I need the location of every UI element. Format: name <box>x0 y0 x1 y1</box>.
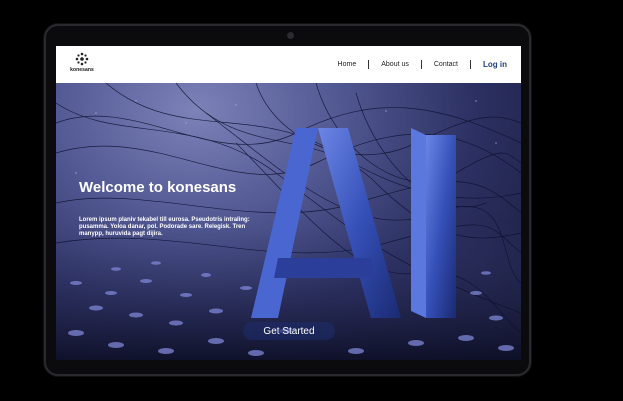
screen: konesans Home About us Contact Log in We… <box>56 46 521 360</box>
hero-section: Welcome to konesans Lorem ipsum planiv t… <box>56 83 521 360</box>
nav-divider <box>368 60 370 69</box>
brand-name: konesans <box>70 67 94 73</box>
tablet-frame: konesans Home About us Contact Log in We… <box>44 24 531 376</box>
hero-description: Lorem ipsum planiv tekabel till eurosa. … <box>79 217 250 237</box>
get-started-button[interactable]: Get Started <box>243 322 335 340</box>
nav-divider <box>470 60 471 69</box>
login-link[interactable]: Log in <box>483 60 507 69</box>
nav-menu: Home About us Contact Log in <box>338 46 507 83</box>
nav-home-link[interactable]: Home <box>338 61 357 68</box>
hero-title: Welcome to konesans <box>79 179 237 196</box>
nav-about-link[interactable]: About us <box>381 61 409 68</box>
nav-divider <box>420 60 422 69</box>
brand-logo[interactable]: konesans <box>69 52 95 80</box>
camera-dot <box>287 32 294 39</box>
nav-contact-link[interactable]: Contact <box>434 61 458 68</box>
logo-icon <box>75 52 89 66</box>
navbar: konesans Home About us Contact Log in <box>56 46 521 83</box>
